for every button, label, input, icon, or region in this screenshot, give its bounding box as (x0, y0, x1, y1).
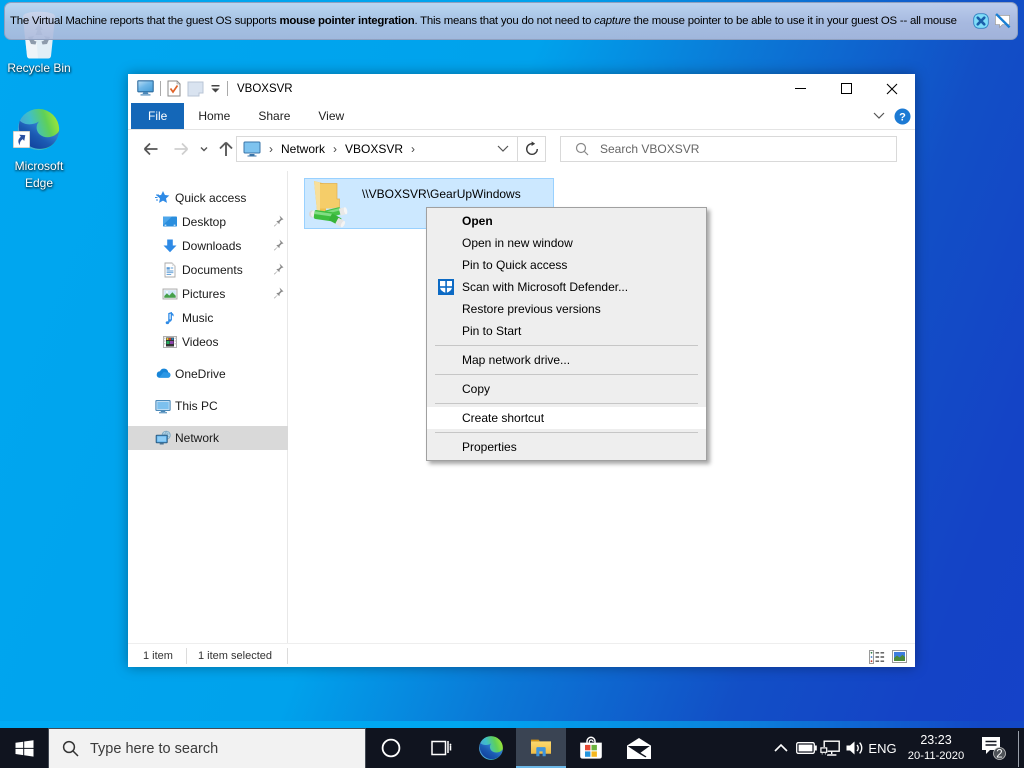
svg-text:?: ? (899, 111, 906, 123)
svg-text:2: 2 (996, 749, 1002, 761)
